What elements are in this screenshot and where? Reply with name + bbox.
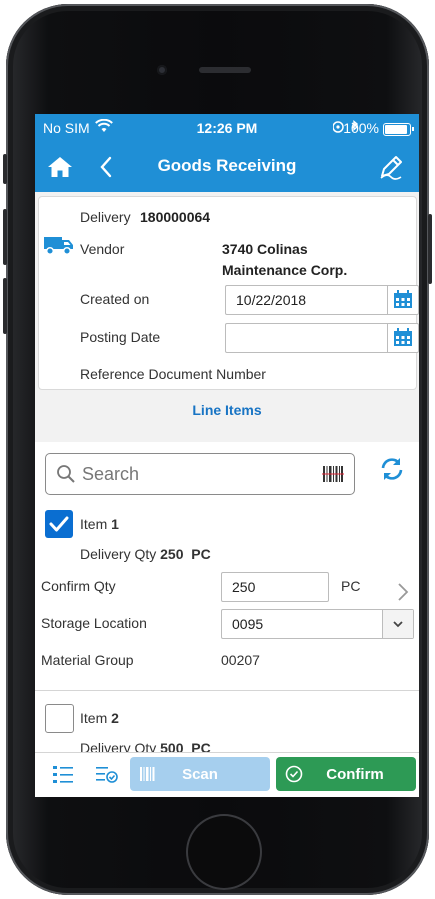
front-camera [157, 65, 167, 75]
chevron-right-icon[interactable] [397, 582, 409, 602]
barcode-icon[interactable] [322, 464, 344, 484]
item-title-label: Item [80, 516, 108, 532]
edit-pencil-icon[interactable] [377, 153, 405, 181]
item-title-label: Item [80, 710, 108, 726]
storage-location-select[interactable]: 0095 [221, 609, 414, 639]
chevron-down-icon[interactable] [382, 610, 413, 638]
content-area: Delivery 180000064 Vendor 3740 Colinas M… [35, 192, 419, 756]
delivery-qty-unit: PC [191, 546, 211, 562]
delivery-label: Delivery [80, 209, 131, 225]
confirm-qty-unit: PC [341, 578, 361, 594]
item-number: 1 [111, 516, 119, 532]
app-screen: No SIM 12:26 PM 100% Goods Receiving Del… [35, 114, 419, 797]
material-group-label: Material Group [41, 652, 134, 668]
search-placeholder: Search [82, 464, 140, 484]
search-input[interactable]: Search [45, 453, 355, 495]
item-checkbox[interactable] [45, 510, 73, 538]
mute-switch [3, 154, 7, 184]
calendar-icon[interactable] [387, 286, 418, 314]
status-bar: No SIM 12:26 PM 100% [35, 114, 419, 142]
tab-line-items[interactable]: Line Items [35, 395, 419, 425]
reference-document-label: Reference Document Number [80, 366, 266, 382]
storage-location-value: 0095 [232, 616, 264, 632]
delivery-header-card: Delivery 180000064 Vendor 3740 Colinas M… [38, 196, 419, 390]
nav-bar: Goods Receiving [35, 142, 419, 192]
confirm-button-label: Confirm [326, 766, 384, 783]
scan-button[interactable]: Scan [130, 757, 270, 791]
material-group-value: 00207 [221, 652, 260, 668]
home-button[interactable] [186, 814, 262, 890]
confirm-qty-label: Confirm Qty [41, 578, 116, 594]
delivery-number: 180000064 [140, 209, 211, 225]
created-on-field[interactable]: 10/22/2018 [225, 285, 419, 315]
earpiece-speaker [199, 67, 251, 73]
select-all-icon[interactable] [95, 763, 119, 787]
created-on-value: 10/22/2018 [236, 292, 307, 308]
delivery-qty: Delivery Qty 250 PC [80, 546, 211, 562]
battery-icon [383, 123, 411, 136]
list-item: Item 1 Delivery Qty 250 PC Confirm Qty 2… [35, 508, 419, 668]
item-number: 2 [111, 710, 119, 726]
confirm-button[interactable]: Confirm [276, 757, 416, 791]
battery-percent: 100% [343, 120, 379, 136]
delivery-qty-value: 250 [160, 546, 184, 562]
volume-down-button [3, 278, 7, 334]
power-button [428, 214, 432, 284]
item-title: Item 2 [80, 710, 119, 726]
scan-button-label: Scan [182, 766, 218, 783]
calendar-icon[interactable] [387, 324, 418, 352]
battery-cap [412, 127, 414, 131]
footer-toolbar: Scan Confirm [35, 752, 419, 797]
vendor-name-line2: Maintenance Corp. [222, 262, 348, 278]
storage-location-label: Storage Location [41, 615, 147, 631]
vendor-name-line1: 3740 Colinas [222, 241, 308, 257]
truck-icon [43, 234, 75, 256]
vendor-label: Vendor [80, 241, 125, 257]
delivery-qty-label: Delivery Qty [80, 546, 157, 562]
refresh-icon[interactable] [379, 456, 405, 482]
search-icon [56, 464, 76, 484]
item-title: Item 1 [80, 516, 119, 532]
confirm-qty-input[interactable]: 250 [221, 572, 329, 602]
posting-date-label: Posting Date [80, 329, 161, 345]
created-on-label: Created on [80, 291, 150, 307]
confirm-qty-value: 250 [232, 579, 256, 595]
posting-date-field[interactable] [225, 323, 419, 353]
item-divider [35, 690, 419, 691]
line-items-list: Search Item 1 Delivery Qty 250 PC Confir… [35, 442, 419, 756]
item-checkbox[interactable] [45, 704, 74, 733]
page-title: Goods Receiving [157, 156, 297, 175]
list-view-icon[interactable] [51, 763, 75, 787]
volume-up-button [3, 209, 7, 265]
